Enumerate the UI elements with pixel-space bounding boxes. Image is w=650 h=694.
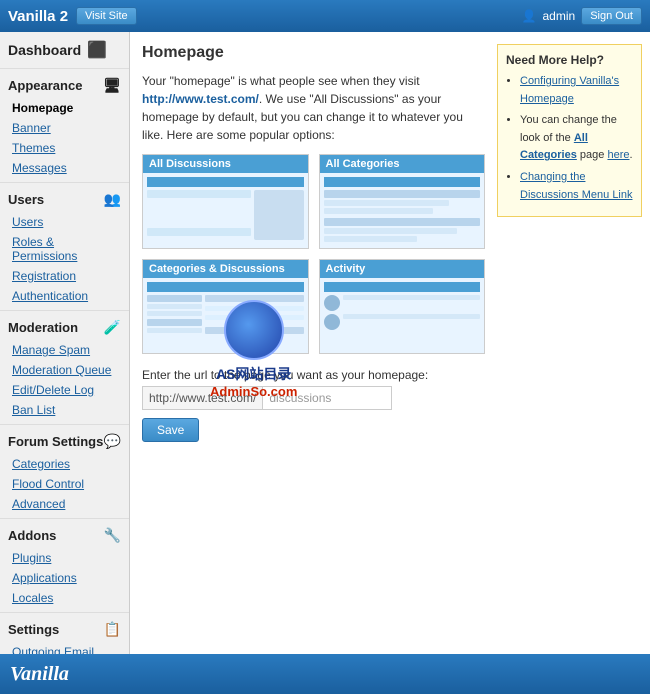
thumbnail-all-discussions[interactable]: All Discussions [142, 154, 309, 249]
sidebar-item-roles[interactable]: Roles & Permissions [0, 232, 129, 266]
description: Your "homepage" is what people see when … [142, 72, 485, 144]
sidebar-section-users: Users 👥 [0, 182, 129, 212]
thumbnail-categories-discussions[interactable]: Categories & Discussions [142, 259, 309, 354]
thumbnail-all-categories-preview [320, 173, 485, 248]
help-list: Configuring Vanilla's Homepage You can c… [506, 73, 633, 204]
sidebar-section-addons: Addons 🔧 [0, 518, 129, 548]
help-item-configuring: Configuring Vanilla's Homepage [520, 73, 633, 108]
sidebar-item-outgoing-email[interactable]: Outgoing Email [0, 642, 129, 654]
dashboard-label: Dashboard [8, 42, 81, 58]
sidebar-section-settings: Settings 📋 [0, 612, 129, 642]
thumbnail-all-discussions-title: All Discussions [143, 155, 308, 173]
appearance-label: Appearance [8, 78, 82, 93]
sidebar-item-messages[interactable]: Messages [0, 158, 129, 178]
help-item-all-categories: You can change the look of the All Categ… [520, 112, 633, 165]
thumbnail-grid: All Discussions [142, 154, 485, 354]
help-text-before: You can change the look of the [520, 114, 617, 144]
signout-button[interactable]: Sign Out [581, 7, 642, 25]
thumbnail-all-categories[interactable]: All Categories [319, 154, 486, 249]
addons-icon: 🔧 [104, 527, 121, 544]
sidebar-item-categories[interactable]: Categories [0, 454, 129, 474]
main-content: Homepage Your "homepage" is what people … [130, 32, 497, 654]
sidebar-item-homepage[interactable]: Homepage [0, 98, 129, 118]
dashboard-icon: ⬛ [87, 40, 107, 60]
settings-icon: 📋 [104, 621, 121, 638]
settings-label: Settings [8, 622, 59, 637]
sidebar-item-locales[interactable]: Locales [0, 588, 129, 608]
sidebar-item-registration[interactable]: Registration [0, 266, 129, 286]
sidebar-section-forum-settings: Forum Settings 💬 [0, 424, 129, 454]
header-right: admin Sign Out [522, 7, 642, 25]
users-icon: 👥 [104, 191, 121, 208]
help-panel: Need More Help? Configuring Vanilla's Ho… [497, 44, 642, 217]
sidebar-item-applications[interactable]: Applications [0, 568, 129, 588]
sidebar-item-manage-spam[interactable]: Manage Spam [0, 340, 129, 360]
help-text-after: . [629, 149, 632, 161]
app-footer: Vanilla [0, 654, 650, 694]
sidebar: Dashboard ⬛ Appearance 🖥 Homepage Banner… [0, 32, 130, 654]
thumbnail-all-discussions-preview [143, 173, 308, 248]
sidebar-item-authentication[interactable]: Authentication [0, 286, 129, 306]
save-button[interactable]: Save [142, 418, 199, 442]
url-example-link[interactable]: http://www.test.com/ [142, 92, 259, 106]
help-text-middle: page [577, 149, 608, 161]
admin-icon [522, 9, 537, 23]
page-title: Homepage [142, 44, 485, 62]
chat-icon: 💬 [104, 433, 121, 450]
url-prefix: http://www.test.com/ [142, 386, 262, 410]
sidebar-item-ban-list[interactable]: Ban List [0, 400, 129, 420]
app-header: Vanilla 2 Visit Site admin Sign Out [0, 0, 650, 32]
help-title: Need More Help? [506, 53, 633, 67]
thumbnail-activity-title: Activity [320, 260, 485, 278]
thumbnail-categories-discussions-title: Categories & Discussions [143, 260, 308, 278]
help-link-configuring[interactable]: Configuring Vanilla's Homepage [520, 75, 619, 105]
sidebar-item-themes[interactable]: Themes [0, 138, 129, 158]
thumbnail-all-categories-title: All Categories [320, 155, 485, 173]
moderation-label: Moderation [8, 320, 78, 335]
url-input[interactable] [262, 386, 392, 410]
footer-logo: Vanilla [10, 663, 69, 686]
thumbnail-activity[interactable]: Activity [319, 259, 486, 354]
addons-label: Addons [8, 528, 56, 543]
help-item-discussions-menu: Changing the Discussions Menu Link [520, 169, 633, 204]
monitor-icon: 🖥 [103, 77, 121, 94]
visit-site-button[interactable]: Visit Site [76, 7, 137, 25]
content-wrapper: Homepage Your "homepage" is what people … [130, 32, 650, 654]
help-link-discussions-menu[interactable]: Changing the Discussions Menu Link [520, 171, 633, 201]
sidebar-item-mod-queue[interactable]: Moderation Queue [0, 360, 129, 380]
url-section: Enter the url to the page you want as yo… [142, 368, 485, 442]
sidebar-item-users[interactable]: Users [0, 212, 129, 232]
sidebar-section-moderation: Moderation 🧪 [0, 310, 129, 340]
desc-part1: Your "homepage" is what people see when … [142, 74, 420, 88]
users-label: Users [8, 192, 44, 207]
url-label: Enter the url to the page you want as yo… [142, 368, 485, 382]
sidebar-item-edit-delete-log[interactable]: Edit/Delete Log [0, 380, 129, 400]
sidebar-item-banner[interactable]: Banner [0, 118, 129, 138]
admin-label: admin [543, 9, 576, 23]
main-layout: Dashboard ⬛ Appearance 🖥 Homepage Banner… [0, 32, 650, 654]
sidebar-item-flood-control[interactable]: Flood Control [0, 474, 129, 494]
sidebar-section-appearance: Appearance 🖥 [0, 68, 129, 98]
url-input-row: http://www.test.com/ [142, 386, 485, 410]
sidebar-section-dashboard: Dashboard ⬛ [0, 32, 129, 64]
thumbnail-activity-preview [320, 278, 485, 353]
sidebar-item-advanced[interactable]: Advanced [0, 494, 129, 514]
sidebar-item-plugins[interactable]: Plugins [0, 548, 129, 568]
forum-settings-label: Forum Settings [8, 434, 103, 449]
flask-icon: 🧪 [104, 319, 121, 336]
help-link-here[interactable]: here [607, 149, 629, 161]
thumbnail-categories-discussions-preview [143, 278, 308, 353]
app-name: Vanilla 2 [8, 8, 68, 25]
